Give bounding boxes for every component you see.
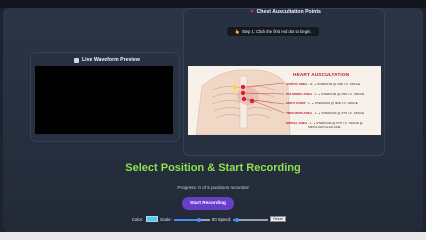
auscultation-panel-title: ♥ Chest Auscultation Points [250, 9, 321, 15]
bottom-strip [0, 232, 426, 240]
tricuspid-marker[interactable] [241, 96, 247, 102]
start-recording-button[interactable]: Start Recording [182, 197, 234, 210]
pointer-icon: 👆 [234, 28, 240, 34]
waveform-panel-title: Live Waveform Preview [74, 57, 140, 63]
progress-text: Progress: 0 of 5 positions recorded [177, 185, 249, 190]
mitral-area-label: MITRAL AREA - L. ∘ STERNUM @ 5TH I.C. SP… [286, 121, 363, 129]
speed-slider-thumb[interactable] [234, 217, 239, 222]
main-headline: Select Position & Start Recording [125, 162, 301, 174]
step-instruction: 👆 Step 1: Click the first red dot to beg… [227, 27, 319, 36]
speed-label: 80 Speed: [212, 217, 232, 222]
pulmonic-marker[interactable] [240, 84, 246, 90]
reset-button[interactable]: Reset [270, 216, 286, 222]
waveform-icon [74, 57, 79, 63]
window-title-bar [0, 0, 426, 8]
auscultation-title-text: Chest Auscultation Points [256, 9, 321, 15]
scale-slider[interactable] [174, 217, 210, 222]
auscultation-chart: HEART AUSCULTATION AORTIC AREA - R. ∘ ST… [188, 66, 381, 135]
aortic-marker[interactable] [232, 84, 238, 90]
tricuspid-area-label: TRICUSPID AREA - L. ∘ STERNUM @ 4TH I.C.… [286, 111, 364, 115]
scale-label: Scale: [160, 217, 172, 222]
speed-slider[interactable] [233, 217, 268, 222]
aortic-area-label: AORTIC AREA - R. ∘ STERNUM @ 2ND I.C. SP… [286, 82, 361, 86]
color-picker[interactable] [146, 216, 158, 222]
scale-slider-fill [174, 219, 200, 221]
erbs-point-label: ERB'S POINT - L. ∘ STERNUM @ 3RD I.C. SP… [286, 101, 358, 105]
chart-title: HEART AUSCULTATION [293, 73, 350, 78]
waveform-canvas [35, 66, 173, 134]
pulmonic-area-label: PULMONIC AREA - L. ∘ STERNUM @ 2ND I.C. … [286, 92, 365, 96]
color-label: Color: [132, 217, 144, 222]
erbs-point-marker[interactable] [240, 90, 246, 96]
display-controls: Color: Scale: 80 Speed: Reset [130, 216, 300, 223]
waveform-title-text: Live Waveform Preview [82, 57, 140, 63]
step-instruction-text: Step 1: Click the first red dot to begin… [241, 29, 312, 34]
heart-icon: ♥ [250, 9, 254, 15]
scale-slider-thumb[interactable] [197, 217, 202, 222]
